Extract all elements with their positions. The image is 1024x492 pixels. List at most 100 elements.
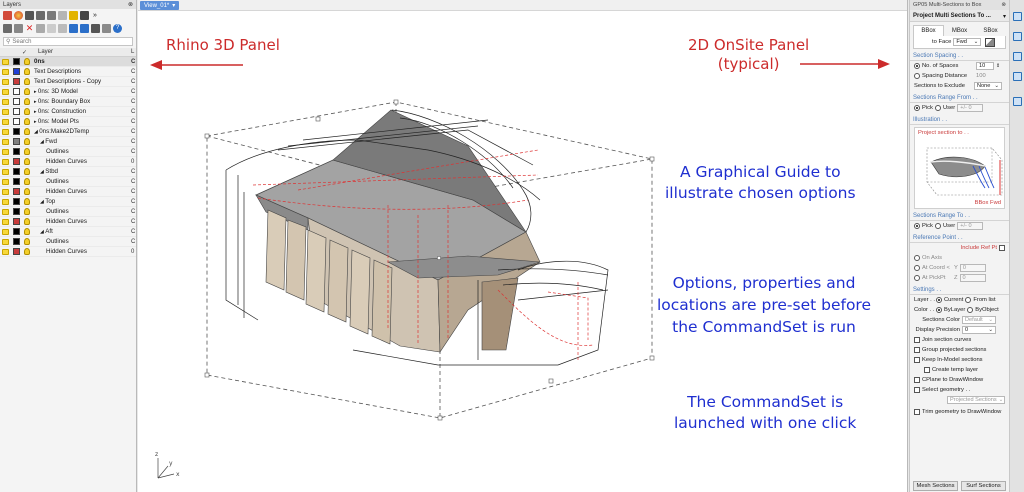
visibility-bulb-icon[interactable] xyxy=(24,228,30,235)
layer-row[interactable]: Outlines C xyxy=(0,237,136,247)
trim-geometry-checkbox[interactable] xyxy=(914,409,920,415)
layer-search-input[interactable]: ⚲ Search xyxy=(3,37,133,46)
layer-current-radio[interactable] xyxy=(936,297,942,303)
lock-icon[interactable] xyxy=(2,118,9,125)
layer-column-label[interactable]: Layer xyxy=(38,49,131,55)
layer-row[interactable]: Hidden Curves 0 xyxy=(0,247,136,257)
layer-row[interactable]: ◢ Stbd C xyxy=(0,167,136,177)
lock-icon[interactable] xyxy=(2,88,9,95)
layer-row[interactable]: ▸ 0ns: Construction C xyxy=(0,107,136,117)
layer-color-swatch[interactable] xyxy=(13,68,20,75)
lock-icon[interactable] xyxy=(2,208,9,215)
select-geometry-checkbox[interactable] xyxy=(914,387,920,393)
lock-icon[interactable] xyxy=(2,218,9,225)
render-tab-icon[interactable] xyxy=(14,11,23,20)
visibility-bulb-icon[interactable] xyxy=(24,108,30,115)
layer-row[interactable]: ▸ 0ns: 3D Model C xyxy=(0,87,136,97)
to-face-select[interactable]: Fwd ⌄ xyxy=(953,38,982,46)
y-input[interactable]: 0 xyxy=(959,264,986,272)
tab-sbox[interactable]: SBox xyxy=(975,25,1006,36)
layer-color-swatch[interactable] xyxy=(13,58,20,65)
on-axis-radio[interactable] xyxy=(914,255,920,261)
panel-tab-icon[interactable] xyxy=(1013,97,1022,106)
layer-color-swatch[interactable] xyxy=(13,108,20,115)
layer-color-swatch[interactable] xyxy=(13,208,20,215)
dots-tab-icon[interactable] xyxy=(80,11,89,20)
visibility-bulb-icon[interactable] xyxy=(24,208,30,215)
spacing-distance-radio[interactable] xyxy=(914,73,920,79)
layer-row[interactable]: Hidden Curves C xyxy=(0,217,136,227)
display-tab-icon[interactable] xyxy=(25,11,34,20)
materials-tab-icon[interactable] xyxy=(36,11,45,20)
at-pickpt-radio[interactable] xyxy=(914,275,920,281)
layer-color-swatch[interactable] xyxy=(13,178,20,185)
layer-color-swatch[interactable] xyxy=(13,168,20,175)
close-icon[interactable]: ⊗ xyxy=(1001,2,1006,8)
layer-row[interactable]: Hidden Curves C xyxy=(0,187,136,197)
layer-row[interactable]: 0ns C xyxy=(0,57,136,67)
settings-icon[interactable] xyxy=(102,24,111,33)
download-tab-icon[interactable] xyxy=(47,11,56,20)
extra-column-label[interactable]: L xyxy=(131,49,136,55)
overflow-icon[interactable]: » xyxy=(93,12,97,19)
lock-icon[interactable] xyxy=(2,198,9,205)
lock-icon[interactable] xyxy=(2,58,9,65)
visibility-bulb-icon[interactable] xyxy=(24,248,30,255)
viewport[interactable]: View_01* ▾ z x y Rhino 3D Panel 2D OnSit… xyxy=(138,0,908,492)
layer-color-swatch[interactable] xyxy=(13,148,20,155)
visibility-bulb-icon[interactable] xyxy=(24,138,30,145)
move-up-icon[interactable] xyxy=(36,24,45,33)
filter-icon[interactable] xyxy=(80,24,89,33)
lock-icon[interactable] xyxy=(2,238,9,245)
panel-tab-icon[interactable] xyxy=(1013,12,1022,21)
lock-icon[interactable] xyxy=(2,138,9,145)
layer-row[interactable]: ◢ Fwd C xyxy=(0,137,136,147)
range-to-input[interactable]: +/- 0 xyxy=(957,222,984,230)
layer-color-swatch[interactable] xyxy=(13,238,20,245)
tab-bbox[interactable]: BBox xyxy=(913,25,944,36)
layer-color-swatch[interactable] xyxy=(13,248,20,255)
layer-row[interactable]: Outlines C xyxy=(0,147,136,157)
visibility-bulb-icon[interactable] xyxy=(24,68,30,75)
layer-row[interactable]: Hidden Curves 0 xyxy=(0,157,136,167)
tools-icon[interactable] xyxy=(91,24,100,33)
close-icon[interactable]: ⊗ xyxy=(128,1,133,8)
move-down-icon[interactable] xyxy=(47,24,56,33)
layer-row[interactable]: Text Descriptions C xyxy=(0,67,136,77)
delete-layer-icon[interactable]: ✕ xyxy=(25,24,34,33)
layer-row[interactable]: ▸ 0ns: Boundary Box C xyxy=(0,97,136,107)
panel-tab-icon[interactable] xyxy=(1013,52,1022,61)
temp-layer-checkbox[interactable] xyxy=(924,367,930,373)
filter-up-icon[interactable] xyxy=(58,24,67,33)
z-input[interactable]: 0 xyxy=(959,274,986,282)
layer-row[interactable]: ◢ Top C xyxy=(0,197,136,207)
lock-icon[interactable] xyxy=(2,108,9,115)
join-sections-checkbox[interactable] xyxy=(914,337,920,343)
layer-row[interactable]: Outlines C xyxy=(0,177,136,187)
layer-color-swatch[interactable] xyxy=(13,88,20,95)
layer-color-swatch[interactable] xyxy=(13,188,20,195)
color-bylayer-radio[interactable] xyxy=(936,307,942,313)
panel-tab-icon[interactable] xyxy=(1013,32,1022,41)
include-ref-checkbox[interactable] xyxy=(999,245,1005,251)
visibility-bulb-icon[interactable] xyxy=(24,78,30,85)
layer-row[interactable]: Text Descriptions - Copy C xyxy=(0,77,136,87)
layer-color-swatch[interactable] xyxy=(13,138,20,145)
visibility-bulb-icon[interactable] xyxy=(24,178,30,185)
visibility-bulb-icon[interactable] xyxy=(24,98,30,105)
range-from-input[interactable]: +/- 0 xyxy=(957,104,984,112)
layer-color-swatch[interactable] xyxy=(13,98,20,105)
help-icon[interactable]: ? xyxy=(113,24,122,33)
visibility-bulb-icon[interactable] xyxy=(24,88,30,95)
layer-row[interactable]: ◢ 0ns:Make2DTemp C xyxy=(0,127,136,137)
lock-icon[interactable] xyxy=(2,98,9,105)
layer-color-swatch[interactable] xyxy=(13,218,20,225)
layer-row[interactable]: Outlines C xyxy=(0,207,136,217)
surf-sections-button[interactable]: Surf Sections xyxy=(961,481,1006,491)
file-tab-icon[interactable] xyxy=(58,11,67,20)
sections-color-select[interactable]: Default ⌄ xyxy=(962,316,996,324)
layer-fromlist-radio[interactable] xyxy=(965,297,972,303)
lock-icon[interactable] xyxy=(2,128,9,135)
precision-select[interactable]: 0 ⌄ xyxy=(962,326,996,334)
stepper-icon[interactable]: ⇕ xyxy=(996,63,1000,69)
